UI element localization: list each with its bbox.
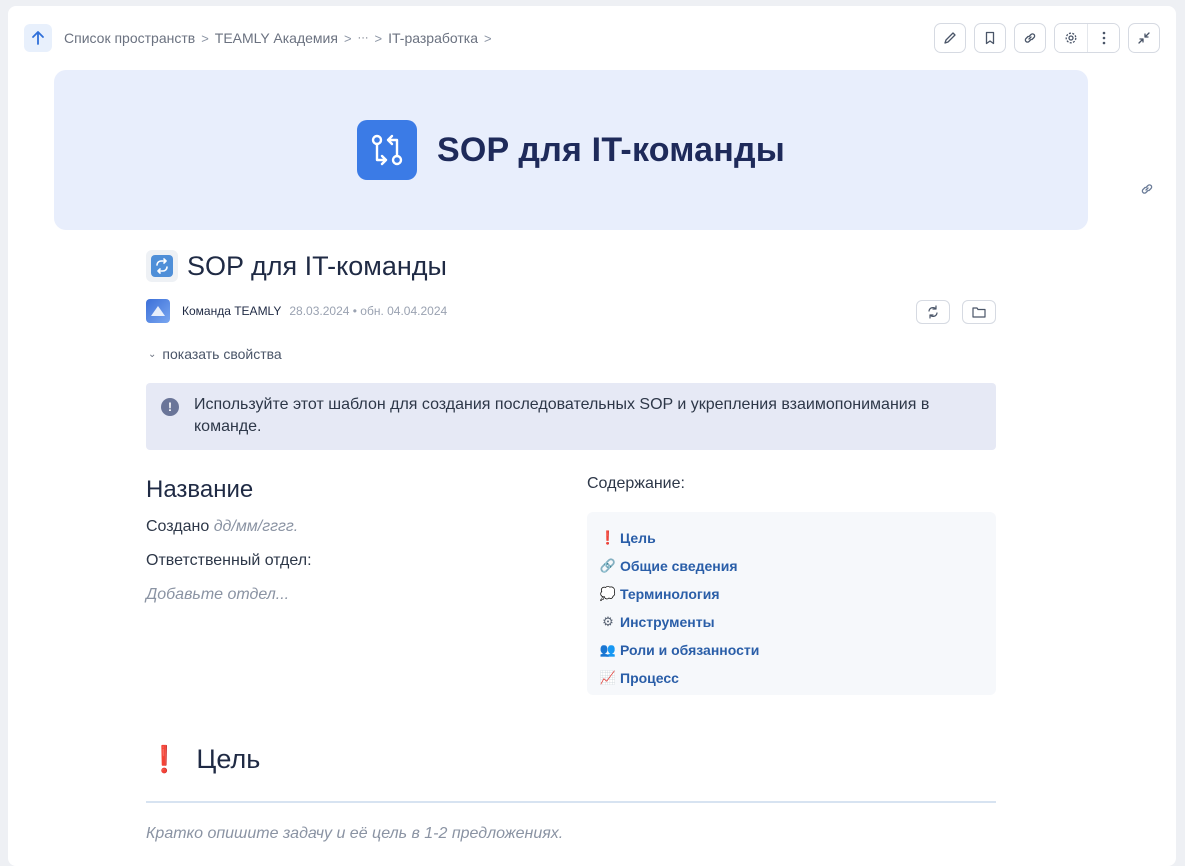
created-line: Создано дд/мм/гггг.	[146, 518, 298, 536]
page-frame: Список пространств > TEAMLY Академия > ·…	[8, 6, 1176, 866]
exclamation-icon: ❗	[599, 530, 617, 545]
toc-item-roles[interactable]: 👥 Роли и обязанности	[599, 636, 984, 664]
goal-heading: ❗ Цель	[148, 744, 260, 775]
info-icon: !	[161, 398, 179, 416]
more-button[interactable]	[1087, 24, 1119, 52]
folder-icon	[972, 307, 986, 318]
toc-heading: Содержание:	[587, 475, 685, 492]
chevron-down-icon: ⌄	[148, 348, 157, 360]
copy-link-button[interactable]	[1014, 23, 1046, 53]
breadcrumb: Список пространств > TEAMLY Академия > ·…	[64, 30, 498, 46]
repeat-icon	[151, 255, 173, 277]
toc-item-label: Инструменты	[620, 614, 715, 630]
page-meta-actions	[916, 300, 996, 324]
dept-placeholder[interactable]: Добавьте отдел...	[146, 586, 289, 604]
heading-divider	[146, 801, 996, 803]
git-compare-icon	[371, 134, 403, 166]
exclamation-icon: ❗	[148, 744, 181, 774]
settings-group	[1054, 23, 1120, 53]
toc-item-label: Терминология	[620, 586, 720, 602]
gear-icon	[1065, 32, 1077, 44]
toc-item-overview[interactable]: 🔗 Общие сведения	[599, 552, 984, 580]
page-cover: SOP для IT-команды	[54, 70, 1088, 230]
goal-placeholder[interactable]: Кратко опишите задачу и её цель в 1-2 пр…	[146, 825, 563, 843]
settings-button[interactable]	[1055, 24, 1087, 52]
name-heading: Название	[146, 476, 254, 503]
cover-title: SOP для IT-команды	[436, 130, 786, 169]
sync-document-icon	[928, 305, 938, 319]
table-of-contents: ❗ Цель 🔗 Общие сведения 💭 Терминология ⚙…	[587, 512, 996, 695]
collapse-button[interactable]	[1128, 23, 1160, 53]
toc-item-tools[interactable]: ⚙ Инструменты	[599, 608, 984, 636]
gear-icon: ⚙	[602, 614, 614, 629]
breadcrumb-it-development[interactable]: IT-разработка	[388, 30, 478, 46]
dept-label: Ответственный отдел:	[146, 552, 312, 569]
toc-item-process[interactable]: 📈 Процесс	[599, 664, 984, 692]
toc-item-label: Роли и обязанности	[620, 642, 760, 658]
info-callout: ! Используйте этот шаблон для создания п…	[146, 383, 996, 450]
more-vertical-icon	[1102, 31, 1105, 45]
bookmark-icon	[985, 31, 995, 45]
created-label: Создано	[146, 518, 210, 535]
cover-icon	[356, 120, 417, 180]
author-name[interactable]: Команда TEAMLY	[182, 304, 281, 318]
link-icon	[1141, 184, 1153, 194]
page-meta: Команда TEAMLY 28.03.2024 • обн. 04.04.2…	[146, 299, 447, 323]
sync-button[interactable]	[916, 300, 950, 324]
callout-text: Используйте этот шаблон для создания пос…	[194, 396, 930, 435]
pencil-icon	[944, 32, 956, 44]
chart-increasing-icon: 📈	[599, 670, 617, 685]
cover-link-button[interactable]	[1140, 182, 1154, 201]
toc-item-label: Процесс	[620, 670, 679, 686]
toc-item-label: Цель	[620, 530, 656, 546]
breadcrumb-separator: >	[484, 30, 492, 46]
thought-bubble-icon: 💭	[599, 586, 617, 601]
page-title-text: SOP для IT-команды	[187, 250, 447, 281]
breadcrumb-separator: >	[343, 30, 352, 46]
page-emoji[interactable]	[146, 250, 178, 282]
bookmark-button[interactable]	[974, 23, 1006, 53]
breadcrumb-spaces[interactable]: Список пространств	[64, 30, 195, 46]
move-button[interactable]	[962, 300, 996, 324]
page-title: SOP для IT-команды	[146, 250, 447, 282]
teamly-logo-icon	[151, 306, 165, 316]
show-properties-label: показать свойства	[162, 346, 282, 362]
people-icon: 👥	[599, 642, 617, 657]
go-up-button[interactable]	[24, 24, 52, 52]
link-icon: 🔗	[599, 558, 617, 573]
show-properties-toggle[interactable]: ⌄ показать свойства	[148, 346, 282, 362]
collapse-icon	[1138, 32, 1150, 44]
goal-heading-text: Цель	[196, 744, 261, 774]
breadcrumb-ellipsis[interactable]: ···	[358, 32, 369, 44]
breadcrumb-separator: >	[201, 30, 209, 46]
edit-button[interactable]	[934, 23, 966, 53]
arrow-up-icon	[32, 31, 44, 45]
page-toolbar	[934, 23, 1160, 53]
toc-item-goal[interactable]: ❗ Цель	[599, 524, 984, 552]
breadcrumb-teamly-academy[interactable]: TEAMLY Академия	[215, 30, 338, 46]
created-date-placeholder[interactable]: дд/мм/гггг.	[214, 518, 299, 535]
link-icon	[1024, 33, 1036, 43]
toc-item-terminology[interactable]: 💭 Терминология	[599, 580, 984, 608]
page-dates: 28.03.2024 • обн. 04.04.2024	[289, 304, 448, 318]
breadcrumb-separator: >	[374, 30, 383, 46]
toc-item-label: Общие сведения	[620, 558, 738, 574]
author-avatar[interactable]	[146, 299, 170, 323]
